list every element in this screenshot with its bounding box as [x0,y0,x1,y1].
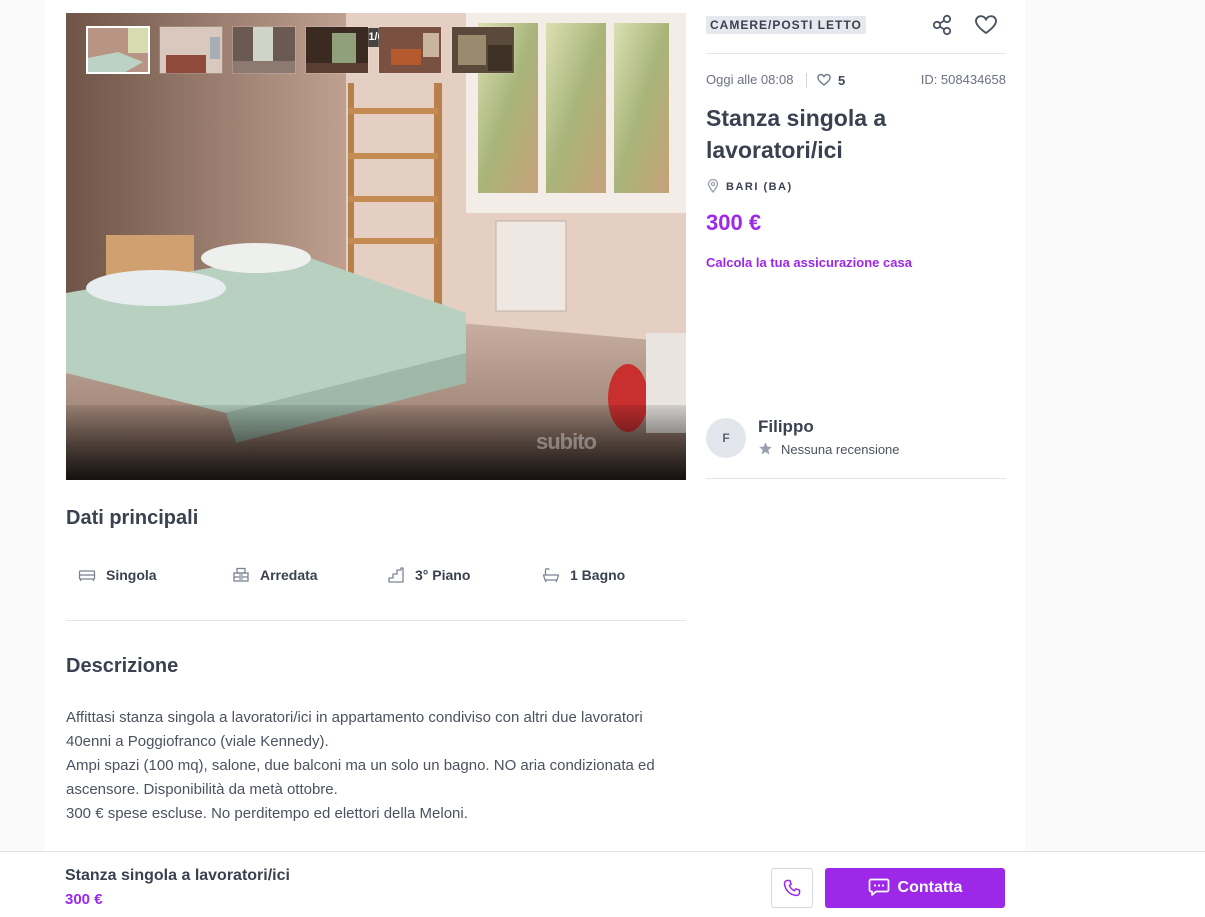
description-text: Affittasi stanza singola a lavoratori/ic… [66,706,686,826]
page-background-left [0,0,45,917]
contact-button[interactable]: Contatta [825,868,1005,908]
header-divider [706,53,1006,54]
listing-meta: Oggi alle 08:08 5 ID: 508434658 [706,72,1006,90]
bathtub-icon [542,568,560,583]
favorite-button[interactable] [973,12,999,38]
thumbnail-3[interactable] [232,26,296,74]
listing-price: 300 € [706,210,762,235]
share-button[interactable] [929,12,955,38]
listing-id: ID: 508434658 [920,72,1006,87]
stairs-icon [388,567,404,583]
subito-watermark: subito [536,429,597,454]
description-line: Affittasi stanza singola a lavoratori/ic… [66,709,643,726]
category-badge[interactable]: CAMERE/POSTI LETTO [706,16,866,34]
key-data-title: Dati principali [66,507,199,529]
phone-icon [783,879,801,897]
seller-avatar[interactable]: F [706,418,746,458]
furniture-icon [233,567,249,582]
key-features: Singola Arredata 3° Piano 1 Bagno [66,560,686,590]
description-line: 40enni a Poggiofranco (viale Kennedy). [66,733,329,750]
star-icon [759,442,772,455]
feature-bathrooms: 1 Bagno [542,560,625,590]
location-pin-icon [707,178,719,194]
feature-floor-label: 3° Piano [415,567,471,583]
bed-icon [78,570,96,581]
seller-divider [706,478,1006,479]
thumbnail-5[interactable] [378,26,442,74]
feature-furnished: Arredata [232,560,318,590]
feature-room-type-label: Singola [106,567,157,583]
meta-separator [806,73,807,88]
share-icon [932,14,952,36]
thumbnail-2[interactable] [159,26,223,74]
seller-name[interactable]: Filippo [758,417,814,437]
feature-furnished-label: Arredata [260,567,318,583]
likes-count: 5 [816,72,845,88]
heart-icon [817,73,831,86]
likes-value: 5 [838,73,846,88]
seller-reviews: Nessuna recensione [758,441,900,457]
location: BARI (BA) [706,178,793,194]
description-line: 300 € spese escluse. No perditempo ed el… [66,805,468,822]
feature-bathrooms-label: 1 Bagno [570,567,626,583]
thumbnail-4[interactable] [305,26,369,74]
description-line: ascensore. Disponibilità da metà ottobre… [66,781,338,798]
description-title: Descrizione [66,655,179,677]
posted-time: Oggi alle 08:08 [706,72,794,87]
feature-room-type: Singola [78,560,157,590]
heart-icon [975,15,997,35]
call-button[interactable] [771,868,813,908]
thumbnail-6[interactable] [451,26,515,74]
sticky-price: 300 € [65,891,103,908]
chat-icon [868,878,889,896]
seller-reviews-label: Nessuna recensione [781,442,900,457]
section-divider [66,620,686,621]
feature-floor: 3° Piano [387,560,470,590]
location-label: BARI (BA) [726,181,793,193]
sticky-contact-bar: Stanza singola a lavoratori/ici 300 € Co… [0,851,1205,917]
listing-title: Stanza singola a lavoratori/ici [706,105,887,163]
contact-button-label: Contatta [897,879,963,896]
photo-gallery[interactable]: 1/6 subito [66,13,686,480]
page-background-right [1025,0,1205,917]
sticky-title: Stanza singola a lavoratori/ici [65,867,290,884]
description-line: Ampi spazi (100 mq), salone, due balconi… [66,757,655,774]
insurance-link[interactable]: Calcola la tua assicurazione casa [706,255,912,270]
thumbnail-1[interactable] [86,26,150,74]
